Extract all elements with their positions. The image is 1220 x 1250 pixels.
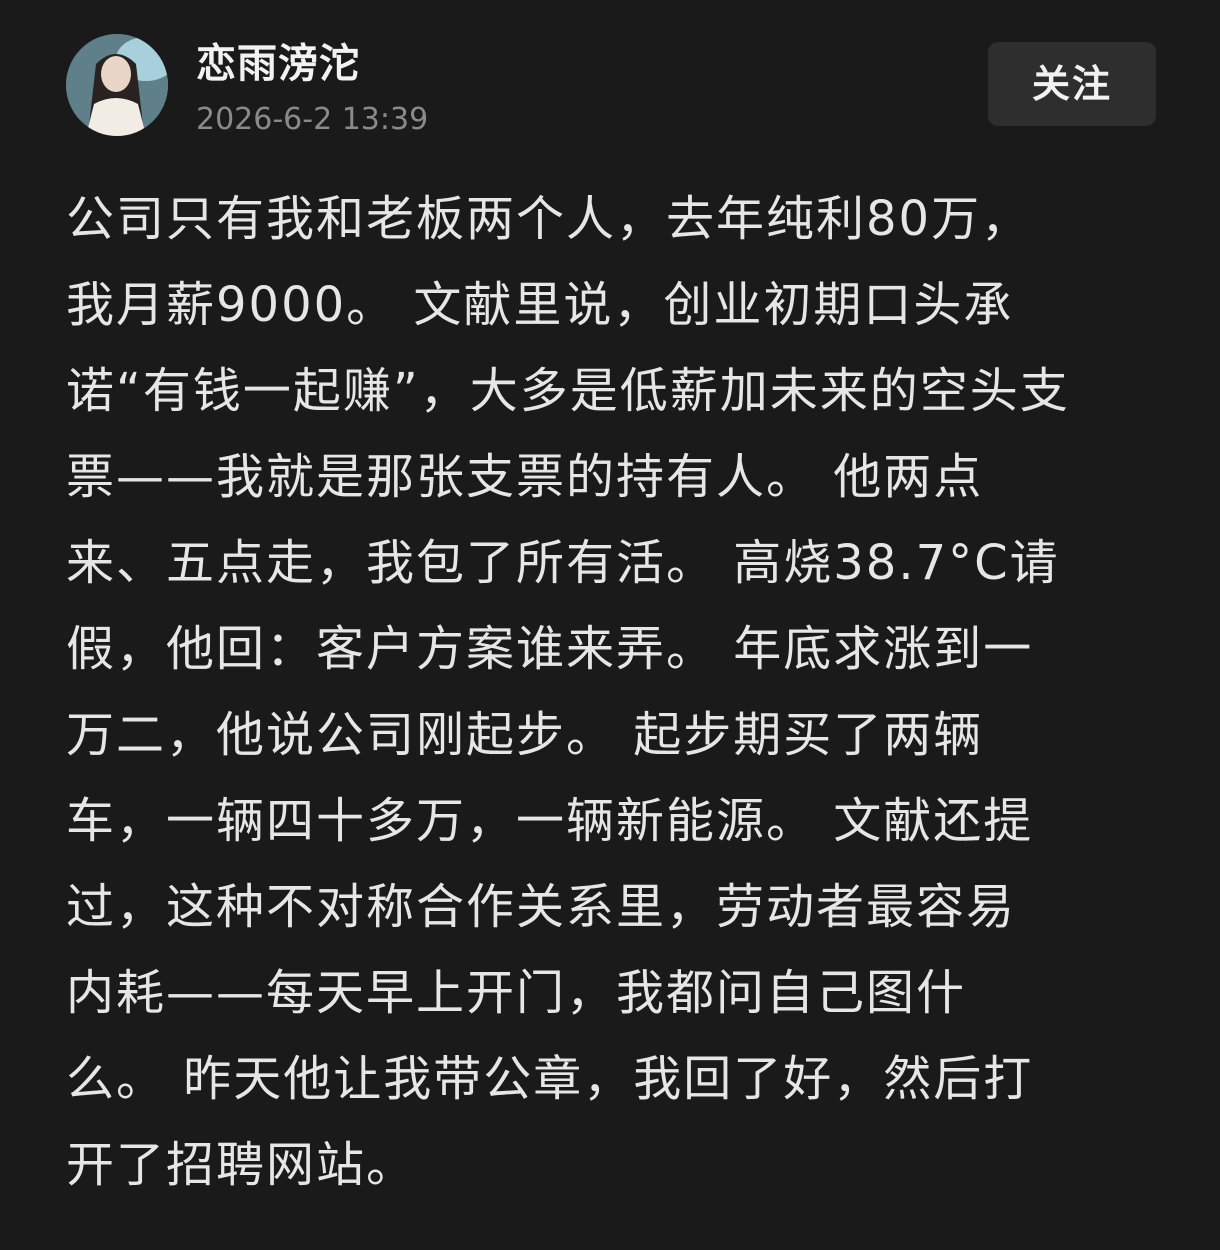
post-text-line: 假，他回：客户方案谁来弄。 年底求涨到一 <box>66 621 1034 677</box>
post-text-line: 公司只有我和老板两个人，去年纯利80万， <box>66 191 1032 247</box>
post-body: 公司只有我和老板两个人，去年纯利80万， 我月薪9000。 文献里说，创业初期口… <box>66 176 1156 1208</box>
post-text-line: 票——我就是那张支票的持有人。 他两点 <box>66 449 984 505</box>
post-text-line: 内耗——每天早上开门，我都问自己图什 <box>66 965 967 1021</box>
username[interactable]: 恋雨滂沱 <box>196 38 360 90</box>
avatar-image <box>66 34 168 136</box>
post-card: 恋雨滂沱 2026-6-2 13:39 关注 公司只有我和老板两个人，去年纯利8… <box>0 0 1220 1250</box>
post-text-line: 过，这种不对称合作关系里，劳动者最容易 <box>66 879 1017 935</box>
post-header: 恋雨滂沱 2026-6-2 13:39 关注 <box>66 34 1156 138</box>
post-text-line: 我月薪9000。 文献里说，创业初期口头承 <box>66 277 1014 333</box>
post-text-line: 诺“有钱一起赚”，大多是低薪加未来的空头支 <box>66 363 1070 419</box>
post-text-line: 来、五点走，我包了所有活。 高烧38.7°C请 <box>66 535 1060 591</box>
post-text-line: 万二，他说公司刚起步。 起步期买了两辆 <box>66 707 984 763</box>
avatar[interactable] <box>66 34 168 136</box>
post-text-line: 车，一辆四十多万，一辆新能源。 文献还提 <box>66 793 1034 849</box>
post-timestamp: 2026-6-2 13:39 <box>196 102 429 137</box>
post-text-line: 开了招聘网站。 <box>66 1137 417 1193</box>
post-text-line: 么。 昨天他让我带公章，我回了好，然后打 <box>66 1051 1034 1107</box>
follow-button[interactable]: 关注 <box>988 42 1156 126</box>
